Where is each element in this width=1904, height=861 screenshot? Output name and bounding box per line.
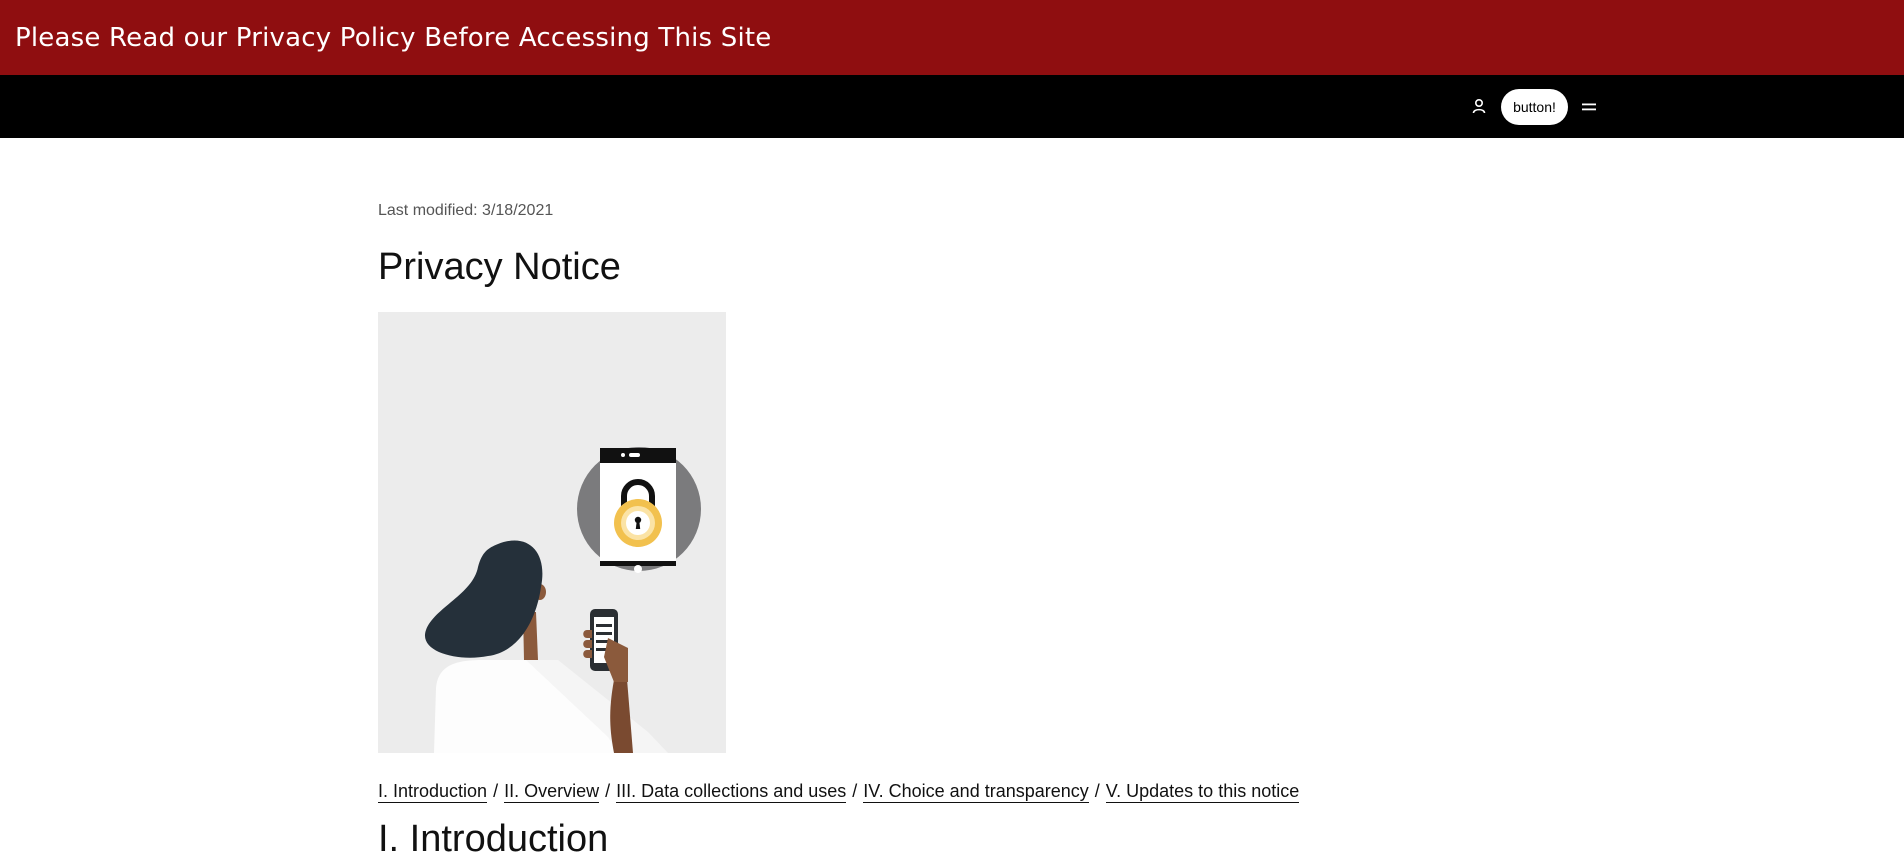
navbar: button! [0, 75, 1904, 138]
table-of-contents: I. Introduction / II. Overview / III. Data c… [378, 781, 1300, 803]
padlock-icon [577, 447, 701, 573]
toc-link-choice-transparency[interactable]: IV. Choice and transparency [863, 781, 1089, 803]
toc-separator: / [1094, 781, 1100, 801]
toc-link-overview[interactable]: II. Overview [504, 781, 600, 803]
hero-illustration [378, 312, 726, 753]
top-banner: Please Read our Privacy Policy Before Ac… [0, 0, 1904, 75]
toc-link-data-collections[interactable]: III. Data collections and uses [616, 781, 847, 803]
page-title: Privacy Notice [378, 246, 621, 288]
person-illustration [424, 540, 668, 753]
section-heading-introduction: I. Introduction [378, 818, 609, 860]
toc-link-introduction[interactable]: I. Introduction [378, 781, 488, 803]
toc-separator: / [605, 781, 611, 801]
banner-text: Please Read our Privacy Policy Before Ac… [15, 22, 772, 53]
last-modified: Last modified: 3/18/2021 [378, 202, 554, 219]
toc-link-updates[interactable]: V. Updates to this notice [1105, 781, 1300, 803]
person-icon[interactable] [1469, 95, 1489, 117]
menu-icon[interactable] [1580, 97, 1598, 117]
toc-separator: / [852, 781, 858, 801]
toc-separator: / [493, 781, 499, 801]
nav-button[interactable]: button! [1501, 89, 1568, 125]
